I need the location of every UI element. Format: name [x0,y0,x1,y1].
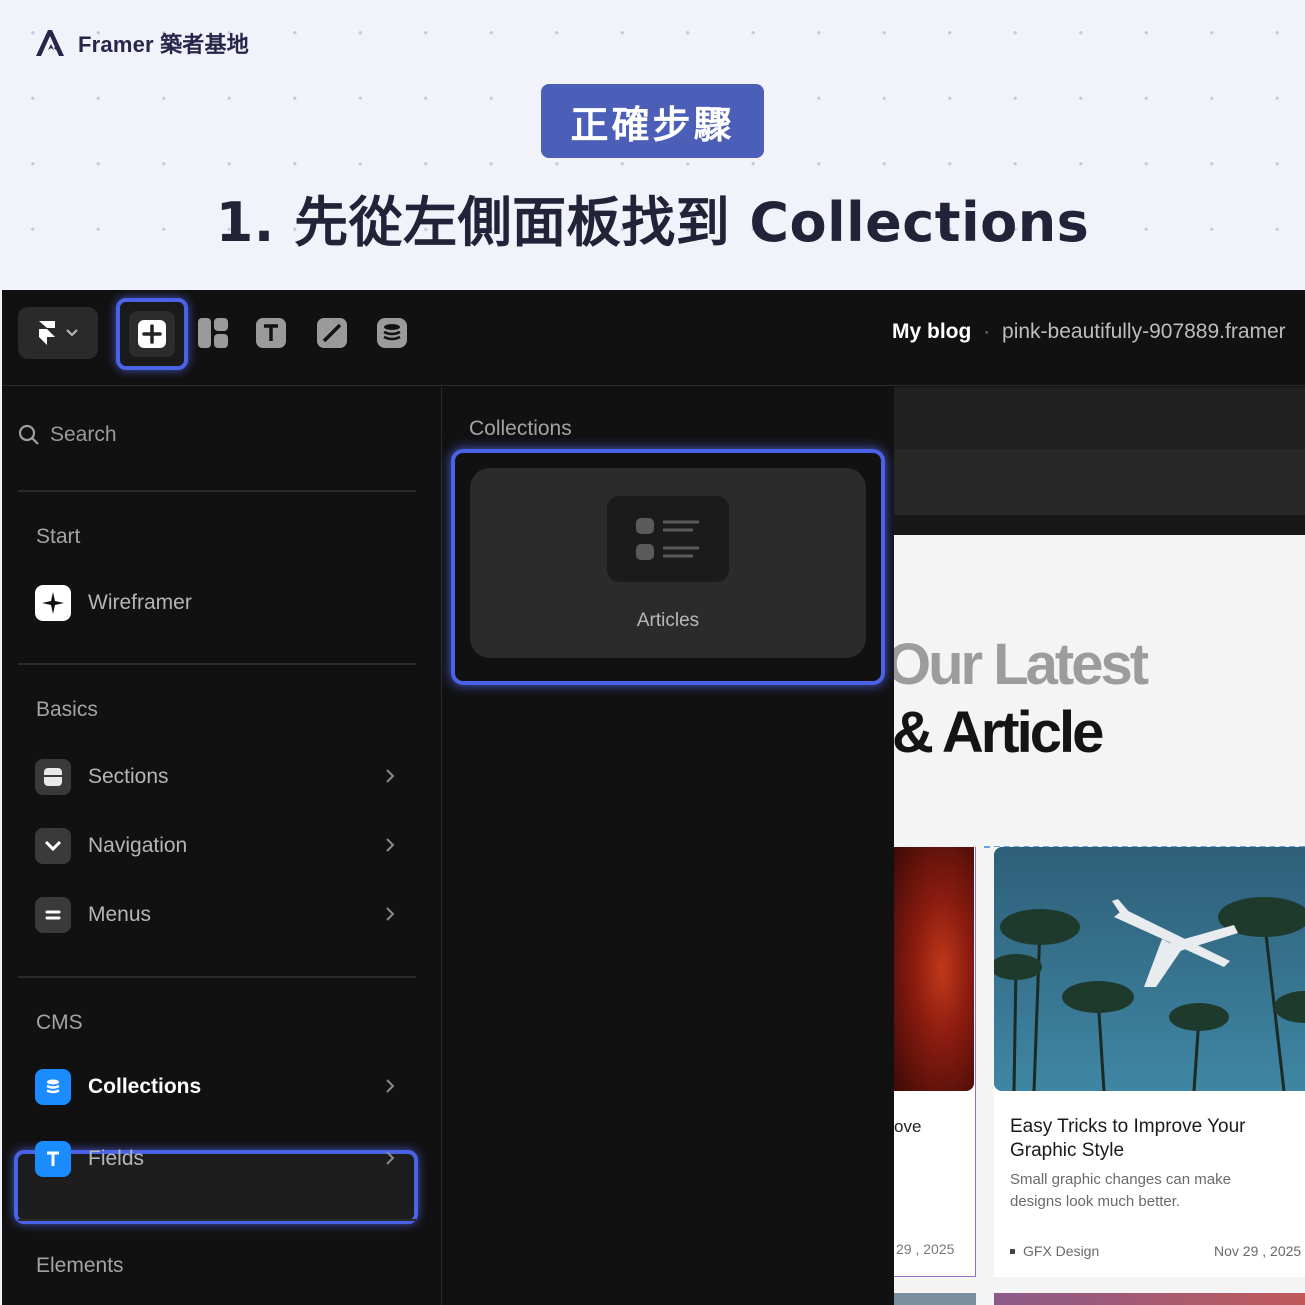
item-label: Wireframer [88,591,192,614]
section-heading-elements: Elements [36,1254,124,1277]
search-field[interactable]: Search [18,423,117,447]
vector-pen-icon [317,318,347,348]
chevron-right-icon [386,1079,395,1093]
tutorial-header: Framer 築者基地 正確步驟 1. 先從左側面板找到 Collections [0,0,1305,290]
category-label: GFX Design [1023,1243,1100,1259]
article-title: ove [894,1117,922,1136]
chevron-right-icon [386,769,395,783]
item-label: Collections [88,1075,202,1098]
title-separator: · [983,320,991,343]
toolbar: My blog · pink-beautifully-907889.framer [2,290,1305,386]
canvas-bar [894,515,1305,535]
card-label: Articles [636,610,700,631]
item-label: Navigation [88,834,188,857]
framer-app: My blog · pink-beautifully-907889.framer… [2,290,1305,1305]
framer-menu-button[interactable] [18,307,98,359]
insert-item-fields[interactable]: Fields [22,1132,412,1186]
search-icon [18,424,39,445]
article-image [894,847,974,1091]
collection-card-articles[interactable]: Articles [470,468,866,658]
menu-icon [45,910,61,920]
bullet-icon [1010,1248,1015,1254]
canvas-bar [894,449,1305,515]
insert-item-collections[interactable]: Collections [22,1060,412,1114]
layout-icon [198,318,228,348]
text-icon [47,1151,59,1166]
insert-item-wireframer[interactable]: Wireframer [22,576,412,630]
plus-square-icon [138,320,166,348]
section-heading-start: Start [36,525,81,548]
insert-panel: Search Start Wireframer Basics Sections [2,387,442,1305]
section-icon [44,768,62,786]
article-date: Nov 29 , 2025 [1214,1243,1302,1259]
article-date: 29 , 2025 [896,1241,955,1257]
text-tool[interactable] [254,316,288,350]
article-category: GFX Design [1010,1243,1099,1259]
canvas[interactable]: Our Latest & Article ove 29 , 2025 Easy … [894,387,1305,1305]
item-label: Sections [88,765,169,788]
search-placeholder: Search [50,423,117,446]
next-article-image [994,1293,1305,1305]
divider [18,1219,416,1221]
article-card-left[interactable]: ove 29 , 2025 [894,847,976,1277]
brand: Framer 築者基地 [32,26,249,60]
insert-item-navigation[interactable]: Navigation [22,819,412,873]
vector-tool[interactable] [315,316,349,350]
project-name: My blog [892,320,972,343]
divider [18,490,416,492]
step-title: 1. 先從左側面板找到 Collections [215,191,1090,254]
next-article-image [894,1293,976,1305]
chevron-right-icon [386,838,395,852]
section-heading-basics: Basics [36,698,98,721]
insert-item-sections[interactable]: Sections [22,750,412,804]
chevron-down-icon [66,329,78,337]
cms-tool[interactable] [375,316,409,350]
step-badge: 正確步驟 [541,84,764,158]
framer-logo-icon [39,321,55,345]
hero-heading-line2: & Article [894,700,1104,765]
layout-tool[interactable] [196,316,230,350]
article-card[interactable]: Easy Tricks to Improve Your Graphic Styl… [994,847,1305,1277]
list-icon [607,496,729,582]
database-icon [377,318,407,348]
insert-item-menus[interactable]: Menus [22,888,412,942]
article-image [994,847,1305,1091]
article-title: Easy Tricks to Improve Your Graphic Styl… [1010,1116,1246,1161]
panel-title: Collections [469,417,572,440]
item-label: Menus [88,903,152,926]
hero-heading-line1: Our Latest [894,632,1149,697]
project-url: pink-beautifully-907889.framer [1002,320,1286,343]
page-preview: Our Latest & Article ove 29 , 2025 Easy … [894,535,1305,1305]
chevron-right-icon [386,1151,395,1165]
text-icon [256,318,286,348]
collections-panel: Collections Articles [443,387,893,1305]
sparkle-icon [42,592,64,614]
item-label: Fields [88,1147,145,1170]
insert-button[interactable] [116,298,188,370]
canvas-bar [894,387,1305,449]
divider [18,663,416,665]
brand-name: Framer 築者基地 [78,32,249,57]
divider [18,976,416,978]
project-title[interactable]: My blog · pink-beautifully-907889.framer [892,320,1286,344]
database-icon [46,1079,60,1094]
framer-base-logo-icon [36,30,64,56]
article-description: Small graphic changes can make designs l… [1010,1171,1231,1210]
chevron-right-icon [386,907,395,921]
section-heading-cms: CMS [36,1011,83,1034]
chevron-down-icon [44,840,62,852]
